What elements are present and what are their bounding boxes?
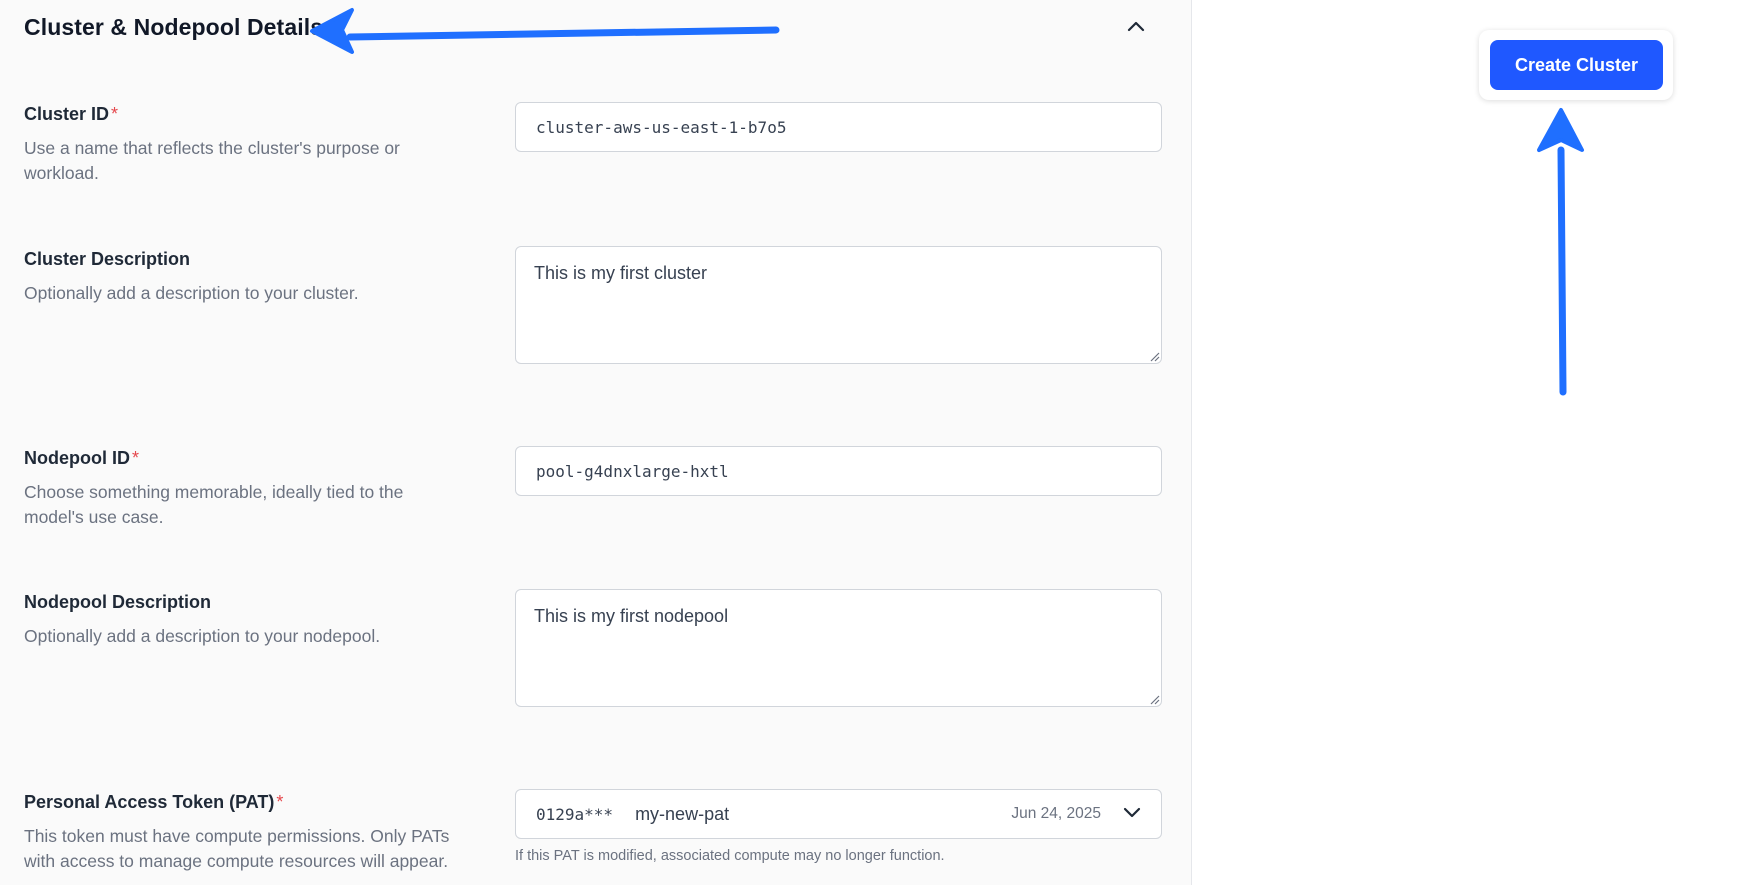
resize-handle-icon[interactable] xyxy=(1148,693,1160,705)
pat-note: If this PAT is modified, associated comp… xyxy=(515,848,945,864)
nodepool-id-help: Choose something memorable, ideally tied… xyxy=(24,482,404,527)
cluster-id-input[interactable] xyxy=(515,102,1162,152)
nodepool-description-label: Nodepool Description xyxy=(24,592,212,612)
required-marker: * xyxy=(132,448,140,468)
create-cluster-button[interactable]: Create Cluster xyxy=(1490,40,1663,90)
collapse-section-button[interactable] xyxy=(1120,14,1152,42)
pat-token-id: 0129a*** xyxy=(536,804,614,824)
section-title: Cluster & Nodepool Details xyxy=(24,14,324,40)
cluster-id-label-text: Cluster ID xyxy=(24,104,110,124)
pat-label: Personal Access Token (PAT) * xyxy=(24,792,283,813)
cluster-id-label: Cluster ID * xyxy=(24,104,118,125)
cluster-description-label: Cluster Description xyxy=(24,249,191,269)
nodepool-id-label-text: Nodepool ID xyxy=(24,448,130,468)
pat-help: This token must have compute permissions… xyxy=(24,826,450,871)
required-marker: * xyxy=(111,104,119,124)
cluster-description-textarea[interactable]: This is my first cluster xyxy=(515,246,1162,364)
cluster-description-help: Optionally add a description to your clu… xyxy=(24,283,359,303)
resize-handle-icon[interactable] xyxy=(1148,350,1160,362)
pat-select[interactable]: 0129a*** my-new-pat Jun 24, 2025 xyxy=(515,789,1162,839)
nodepool-id-input[interactable] xyxy=(515,446,1162,496)
required-marker: * xyxy=(276,792,284,812)
chevron-down-icon xyxy=(1123,805,1141,823)
pat-token-date: Jun 24, 2025 xyxy=(1011,805,1101,822)
pat-label-text: Personal Access Token (PAT) xyxy=(24,792,275,812)
chevron-up-icon xyxy=(1127,19,1145,37)
nodepool-description-help: Optionally add a description to your nod… xyxy=(24,626,381,646)
actions-panel xyxy=(1193,0,1742,885)
pat-token-name: my-new-pat xyxy=(635,803,730,824)
cluster-id-help: Use a name that reflects the cluster's p… xyxy=(24,138,400,183)
nodepool-description-textarea[interactable]: This is my first nodepool xyxy=(515,589,1162,707)
nodepool-id-label: Nodepool ID * xyxy=(24,448,139,469)
